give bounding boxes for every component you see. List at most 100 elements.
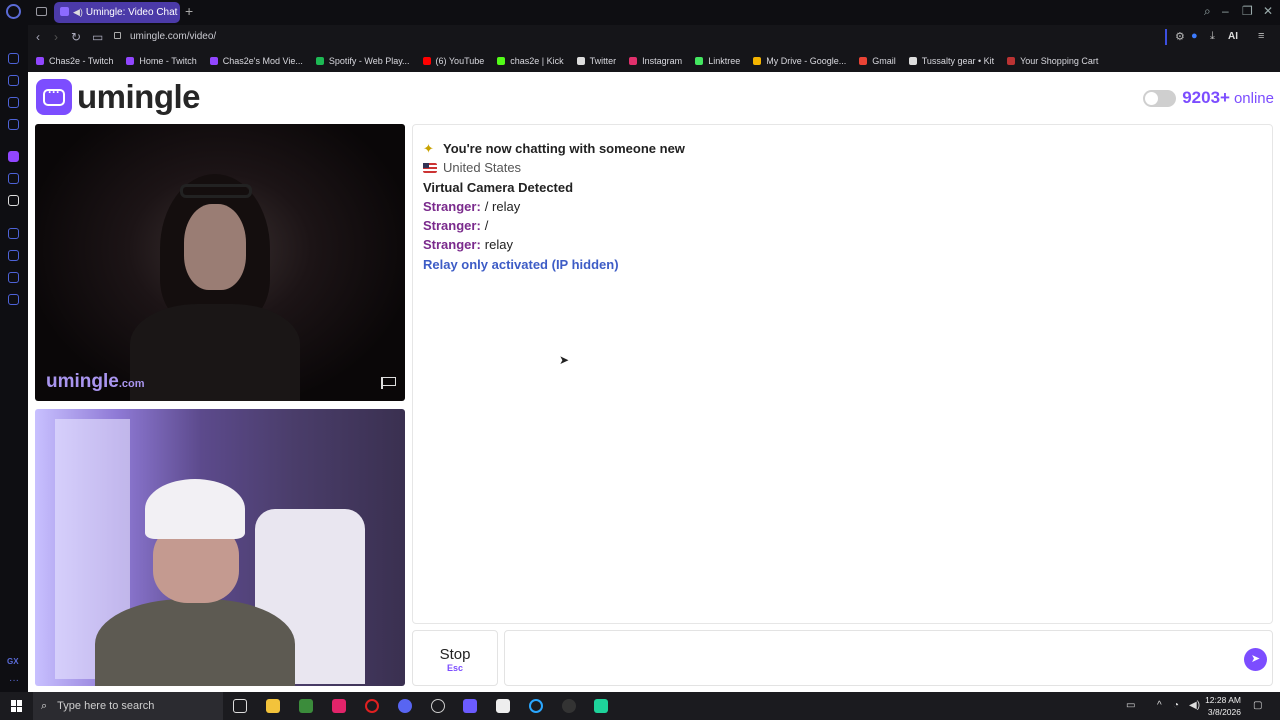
browser-window: ◀) Umingle: Video Chat w + ⌕ – ❐ ✕ GX ···…: [0, 0, 1280, 692]
game-app-icon[interactable]: [594, 699, 608, 713]
bookmark-favicon-icon: [576, 57, 585, 65]
search-tabs-icon[interactable]: ⌕: [1204, 4, 1211, 19]
bookmark-favicon-icon: [908, 57, 917, 65]
capcut-icon[interactable]: [529, 699, 543, 713]
sidebar-settings-icon[interactable]: [8, 294, 19, 305]
clock-time: 12:28 AM: [1205, 695, 1241, 705]
back-icon[interactable]: ‹: [36, 30, 40, 44]
bookmark-item[interactable]: chas2e | Kick: [497, 56, 564, 66]
bookmark-item[interactable]: Spotify - Web Play...: [315, 56, 410, 66]
close-window-button[interactable]: ✕: [1263, 4, 1273, 18]
taskbar-search[interactable]: ⌕ Type here to search: [33, 692, 223, 720]
stop-button[interactable]: Stop Esc: [412, 630, 498, 686]
obs-icon[interactable]: [431, 699, 445, 713]
bookmarks-bar: Chas2e - Twitch Home - Twitch Chas2e's Mod…: [28, 50, 1280, 72]
bookmark-item[interactable]: Your Shopping Cart: [1007, 56, 1098, 66]
keyboard-icon[interactable]: ▭: [1126, 700, 1135, 711]
sidebar-workspace-icon[interactable]: [8, 75, 19, 86]
chat-bubble-icon: [36, 79, 72, 115]
opera-gx-icon[interactable]: [365, 699, 379, 713]
menu-icon[interactable]: ≡: [1258, 30, 1264, 42]
volume-icon[interactable]: ◀): [1189, 700, 1200, 711]
sidebar-twitch-icon[interactable]: [8, 151, 19, 162]
minimize-button[interactable]: –: [1222, 4, 1229, 18]
minecraft-icon[interactable]: [299, 699, 313, 713]
sidebar-history-icon[interactable]: [8, 250, 19, 261]
sidebar-chat-icon[interactable]: [8, 272, 19, 283]
ai-button[interactable]: AI: [1228, 31, 1238, 42]
bookmark-favicon-icon: [695, 57, 704, 65]
self-video: [35, 409, 405, 686]
more-icon[interactable]: ···: [9, 675, 19, 686]
discord-icon[interactable]: [398, 699, 412, 713]
bookmark-item[interactable]: Instagram: [629, 56, 682, 66]
self-person: [75, 479, 315, 686]
4k-app-icon[interactable]: [562, 699, 576, 713]
tab-bar: ◀) Umingle: Video Chat w + ⌕ – ❐ ✕: [0, 0, 1280, 25]
bookmark-item[interactable]: (6) YouTube: [422, 56, 485, 66]
sidebar-x-icon[interactable]: [8, 195, 19, 206]
bookmark-item[interactable]: Gmail: [859, 56, 896, 66]
bookmark-item[interactable]: Twitter: [576, 56, 617, 66]
sidebar-messenger-icon[interactable]: [8, 119, 19, 130]
taskbar-clock[interactable]: 12:28 AM 3/8/2026: [1203, 694, 1241, 718]
network-icon[interactable]: ◔: [1173, 700, 1179, 711]
extensions-icon[interactable]: ⚙: [1175, 30, 1185, 43]
site-logo[interactable]: umingle: [36, 78, 201, 116]
gx-icon[interactable]: GX: [7, 657, 19, 666]
send-icon[interactable]: ➤: [1244, 648, 1267, 671]
vpn-icon[interactable]: ●: [1191, 30, 1198, 42]
bookmark-label: Home - Twitch: [139, 56, 197, 66]
message-input[interactable]: [513, 639, 1233, 679]
search-icon: ⌕: [41, 699, 48, 712]
notifications-icon[interactable]: ▢: [1253, 700, 1262, 711]
bookmark-label: Gmail: [872, 56, 896, 66]
file-explorer-icon[interactable]: [266, 699, 280, 713]
clock-date: 3/8/2026: [1207, 707, 1241, 717]
chat-message: Stranger: relay: [423, 237, 513, 253]
tiktok-icon[interactable]: [332, 699, 346, 713]
reload-icon[interactable]: ↻: [71, 30, 81, 44]
stop-label: Stop: [439, 646, 471, 663]
camera-icon[interactable]: ▭: [92, 30, 103, 44]
tab-umingle[interactable]: ◀) Umingle: Video Chat w: [54, 2, 180, 23]
task-view-icon[interactable]: [233, 699, 247, 713]
bookmark-label: Twitter: [589, 56, 617, 66]
bookmark-item[interactable]: Chas2e - Twitch: [36, 56, 113, 66]
bookmark-label: (6) YouTube: [435, 56, 485, 66]
tab-overview-icon[interactable]: [36, 7, 47, 16]
windows-start-icon[interactable]: [11, 700, 23, 712]
download-icon[interactable]: ⤓: [1210, 30, 1215, 43]
tray-chevron-icon[interactable]: ^: [1157, 700, 1162, 711]
app-icon[interactable]: [496, 699, 510, 713]
bookmark-item[interactable]: My Drive - Google...: [753, 56, 846, 66]
sidebar-player-icon[interactable]: [8, 228, 19, 239]
restore-button[interactable]: ❐: [1242, 4, 1253, 18]
chat-notice: Virtual Camera Detected: [423, 179, 574, 195]
lock-icon: [114, 32, 121, 39]
new-tab-button[interactable]: +: [185, 3, 193, 19]
bookmark-item[interactable]: Home - Twitch: [126, 56, 197, 66]
bookmark-favicon-icon: [497, 57, 506, 65]
forward-icon[interactable]: ›: [54, 30, 58, 44]
theme-toggle[interactable]: [1143, 89, 1177, 107]
report-flag-icon[interactable]: [381, 377, 396, 389]
chat-message: Stranger: / relay: [423, 198, 521, 214]
sparkle-icon: ✦: [423, 141, 434, 156]
bookmark-item[interactable]: Chas2e's Mod Vie...: [209, 56, 303, 66]
url-field[interactable]: umingle.com/video/: [130, 31, 216, 42]
umingle-favicon-icon: [60, 7, 69, 16]
stranger-video: umingle.com: [35, 124, 405, 401]
sidebar-percent-icon[interactable]: [8, 173, 19, 184]
speaker-icon[interactable]: ◀): [73, 2, 83, 23]
bookmark-label: Chas2e - Twitch: [49, 56, 114, 66]
online-indicator: 9203+ online: [1143, 88, 1274, 108]
sidebar-wallet-icon[interactable]: [8, 97, 19, 108]
bookmark-item[interactable]: Linktree: [695, 56, 740, 66]
bookmark-item[interactable]: Tussalty gear • Kit: [908, 56, 994, 66]
sidebar-refresh-icon[interactable]: [8, 53, 19, 64]
grid-app-icon[interactable]: [463, 699, 477, 713]
opera-icon[interactable]: [6, 4, 21, 19]
bookmark-favicon-icon: [126, 57, 135, 65]
bookmark-label: Spotify - Web Play...: [328, 56, 410, 66]
